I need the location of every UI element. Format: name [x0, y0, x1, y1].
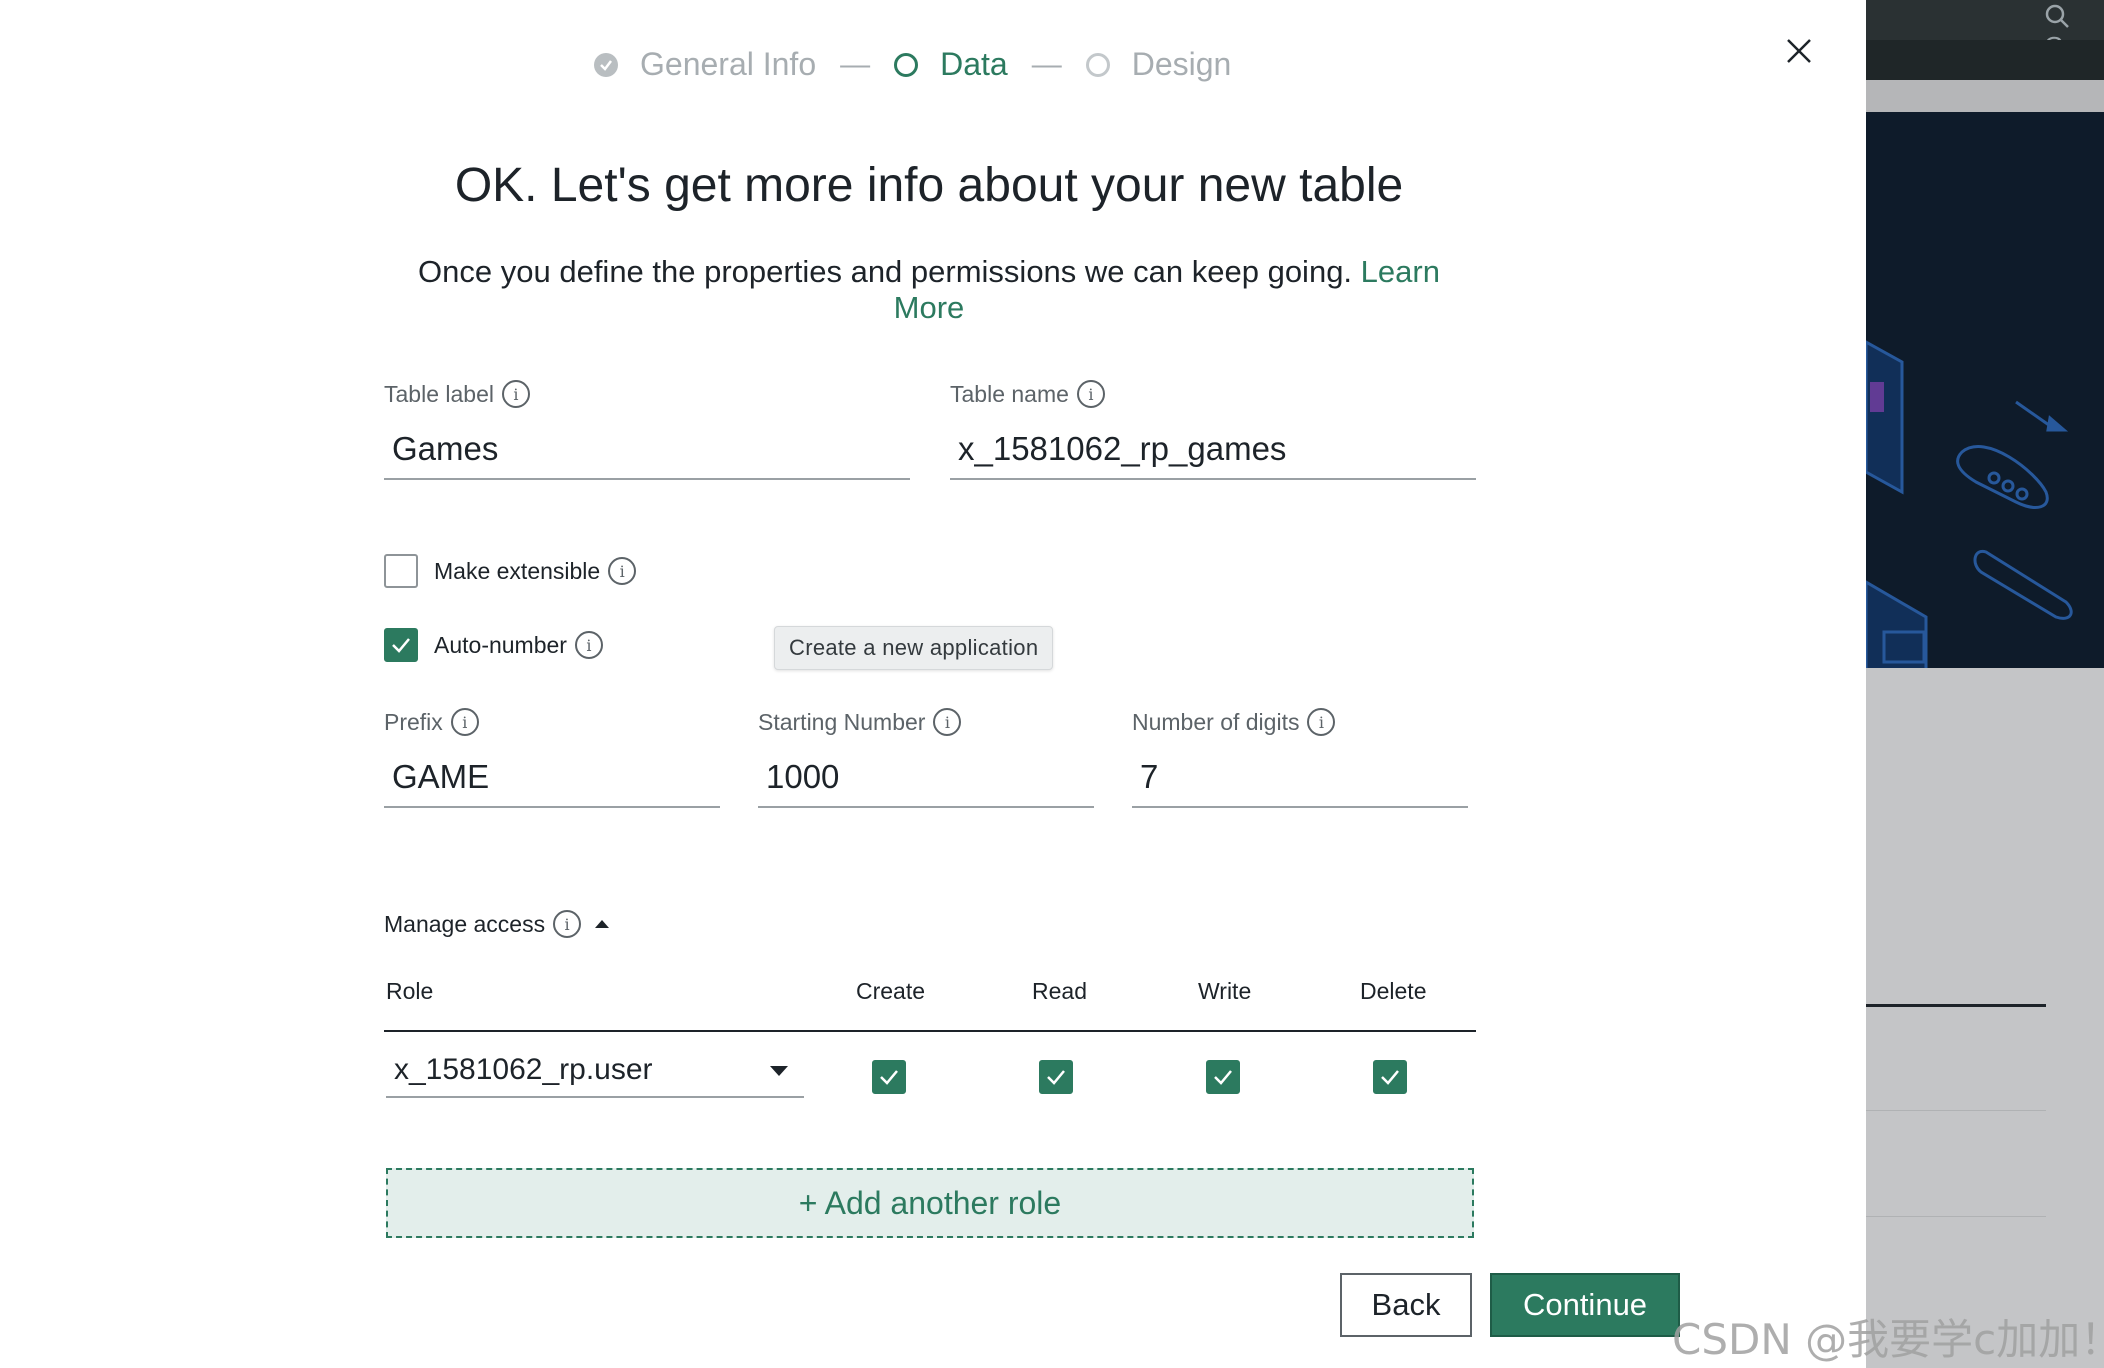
check-icon — [392, 638, 410, 653]
role-select[interactable]: x_1581062_rp.user — [386, 1044, 804, 1098]
info-icon[interactable]: i — [933, 708, 962, 736]
info-icon[interactable]: i — [450, 708, 479, 736]
page-title: OK. Let's get more info about your new t… — [454, 159, 1404, 212]
background-topbar: Go — [1866, 0, 2104, 61]
number-of-digits-input[interactable]: 7 — [1132, 746, 1468, 808]
background-divider — [1866, 1110, 2046, 1111]
delete-permission-checkbox[interactable] — [1373, 1060, 1407, 1094]
circle-icon — [1085, 52, 1110, 77]
step-design: Design — [1085, 46, 1232, 83]
back-button[interactable]: Back — [1340, 1273, 1472, 1337]
check-icon — [1381, 1070, 1399, 1085]
chevron-down-icon — [770, 1066, 788, 1076]
step-separator: — — [840, 47, 871, 81]
subtitle-text: Once you define the properties and permi… — [418, 254, 1353, 289]
column-header-role: Role — [386, 978, 434, 1004]
step-label: General Info — [640, 46, 817, 82]
read-permission-checkbox[interactable] — [1039, 1060, 1073, 1094]
stepper: General Info — Data — Design — [594, 46, 1231, 83]
background-subbar — [1866, 40, 2104, 80]
table-label-input[interactable]: Games — [384, 418, 910, 480]
check-icon — [1214, 1070, 1232, 1085]
background-strip — [1866, 80, 2104, 112]
isometric-illustration — [1866, 340, 2073, 668]
circle-icon — [894, 52, 919, 77]
column-header-delete: Delete — [1360, 978, 1427, 1004]
make-extensible-row: Make extensible i — [384, 554, 637, 588]
number-of-digits-label: Number of digits i — [1132, 708, 1468, 736]
prefix-input[interactable]: GAME — [384, 746, 720, 808]
info-icon[interactable]: i — [501, 380, 530, 408]
check-icon — [594, 52, 618, 77]
step-separator: — — [1031, 47, 1062, 81]
tooltip: Create a new application — [774, 626, 1054, 670]
check-icon — [1047, 1070, 1065, 1085]
continue-button[interactable]: Continue — [1490, 1273, 1680, 1337]
column-header-create: Create — [856, 978, 926, 1004]
close-icon — [1787, 39, 1811, 63]
add-another-role-button[interactable]: + Add another role — [386, 1168, 1474, 1238]
background-divider — [1866, 1004, 2046, 1007]
prefix-field: Prefix i GAME — [384, 708, 720, 808]
step-label: Data — [940, 46, 1008, 82]
step-general-info: General Info — [594, 46, 816, 83]
auto-number-row: Auto-number i — [384, 628, 603, 662]
page-subtitle: Once you define the properties and permi… — [384, 254, 1474, 326]
prefix-label: Prefix i — [384, 708, 720, 736]
background-hero-illustration — [1866, 112, 2104, 668]
caret-up-icon — [595, 920, 610, 928]
write-permission-checkbox[interactable] — [1206, 1060, 1240, 1094]
starting-number-field: Starting Number i 1000 — [758, 708, 1094, 808]
background-search: Go — [2044, 0, 2104, 61]
field-label-text: Prefix — [384, 708, 443, 735]
field-label-text: Starting Number — [758, 708, 926, 735]
close-button[interactable] — [1782, 34, 1816, 68]
table-name-field: Table name i x_1581062_rp_games — [950, 380, 1476, 480]
access-table-header: Role Create Read Write Delete — [384, 978, 1476, 1032]
table-name-label: Table name i — [950, 380, 1476, 408]
info-icon[interactable]: i — [553, 910, 582, 938]
background-divider — [1866, 1216, 2046, 1217]
field-label-text: Number of digits — [1132, 708, 1300, 735]
table-label-field: Table label i Games — [384, 380, 910, 480]
starting-number-label: Starting Number i — [758, 708, 1094, 736]
step-label: Design — [1131, 46, 1232, 82]
table-label-label: Table label i — [384, 380, 910, 408]
info-icon[interactable]: i — [1076, 380, 1105, 408]
column-header-read: Read — [1032, 978, 1087, 1004]
field-label-text: Table label — [384, 380, 494, 407]
watermark: CSDN @我要学c加加！ — [1672, 1315, 2104, 1364]
create-permission-checkbox[interactable] — [872, 1060, 906, 1094]
info-icon[interactable]: i — [1307, 708, 1336, 736]
manage-access-label: Manage access — [384, 910, 546, 937]
info-icon[interactable]: i — [574, 631, 603, 659]
check-icon — [880, 1070, 898, 1085]
background-app: Go — [1866, 0, 2104, 1368]
make-extensible-label: Make extensible — [434, 557, 601, 584]
auto-number-checkbox[interactable] — [384, 628, 418, 662]
starting-number-input[interactable]: 1000 — [758, 746, 1094, 808]
make-extensible-checkbox[interactable] — [384, 554, 418, 588]
info-icon[interactable]: i — [608, 557, 637, 585]
table-name-input[interactable]: x_1581062_rp_games — [950, 418, 1476, 480]
search-icon — [2045, 4, 2069, 29]
manage-access-toggle[interactable]: Manage access i — [384, 910, 610, 938]
column-header-write: Write — [1198, 978, 1252, 1004]
step-data: Data — [894, 46, 1008, 83]
role-select-value: x_1581062_rp.user — [394, 1053, 653, 1086]
number-of-digits-field: Number of digits i 7 — [1132, 708, 1468, 808]
auto-number-label: Auto-number — [434, 631, 567, 658]
field-label-text: Table name — [950, 380, 1069, 407]
